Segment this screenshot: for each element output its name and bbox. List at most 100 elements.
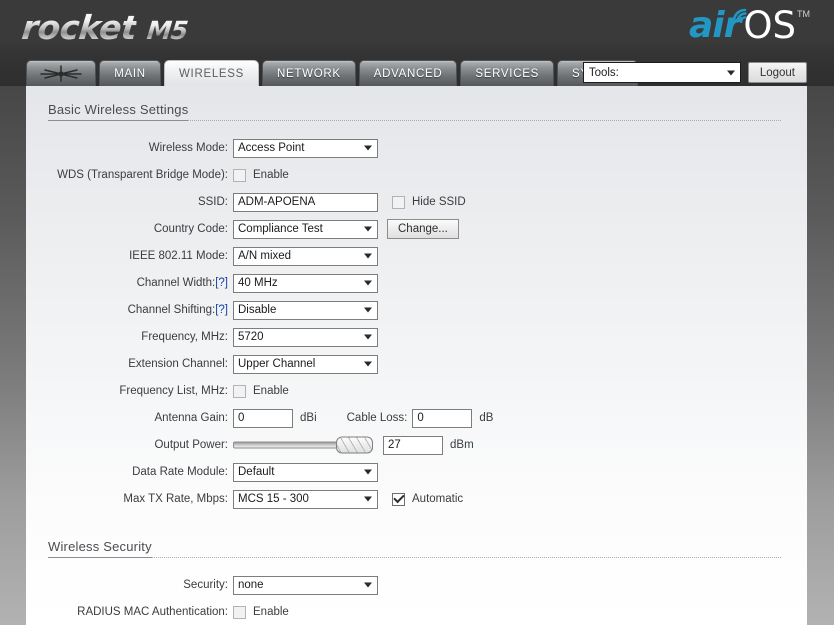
wireless-security-form: Security: none RADIUS MAC Authentication… — [26, 572, 807, 625]
wireless-mode-value: Access Point — [238, 142, 305, 154]
data-rate-module-label: Data Rate Module: — [132, 466, 228, 478]
section-divider — [48, 557, 781, 558]
row-security: Security: none — [26, 572, 807, 598]
row-radius-mac-auth: RADIUS MAC Authentication: Enable — [26, 599, 807, 625]
frequency-label: Frequency, MHz: — [141, 331, 228, 343]
ubiquiti-logo-icon — [40, 65, 82, 82]
airos-config-page: rocket M5 air OS TM MAIN WIRELESS NETWOR… — [0, 0, 834, 625]
row-max-tx-rate: Max TX Rate, Mbps: MCS 15 - 300 Automati… — [26, 486, 807, 512]
antenna-gain-value: 0 — [238, 412, 245, 424]
max-tx-rate-select[interactable]: MCS 15 - 300 — [233, 489, 378, 509]
chevron-down-icon — [364, 469, 372, 475]
tab-home-logo[interactable] — [26, 60, 96, 86]
security-value: none — [238, 579, 264, 591]
channel-shifting-help-link[interactable]: [?] — [215, 304, 228, 316]
wds-label: WDS (Transparent Bridge Mode): — [57, 169, 228, 181]
radius-mac-auth-enable-label: Enable — [253, 606, 289, 618]
max-tx-rate-automatic-checkbox[interactable] — [392, 492, 405, 506]
frequency-select[interactable]: 5720 — [233, 327, 378, 347]
extension-channel-label: Extension Channel: — [128, 358, 228, 370]
hide-ssid-checkbox[interactable] — [392, 195, 405, 209]
chevron-down-icon — [364, 361, 372, 367]
product-brand: rocket M5 — [19, 8, 189, 52]
security-select[interactable]: none — [233, 575, 378, 595]
cable-loss-unit: dB — [479, 412, 494, 424]
row-ssid: SSID: ADM-APOENA Hide SSID — [26, 189, 807, 215]
data-rate-module-value: Default — [238, 466, 275, 478]
tools-dropdown[interactable]: Tools: — [582, 62, 741, 83]
cable-loss-label: Cable Loss: — [346, 412, 408, 424]
section-title: Wireless Security — [48, 539, 152, 558]
country-code-label: Country Code: — [153, 223, 228, 235]
chevron-down-icon — [726, 70, 735, 75]
row-channel-width: Channel Width:[?] 40 MHz — [26, 270, 807, 296]
hide-ssid-label: Hide SSID — [412, 196, 466, 208]
country-code-select[interactable]: Compliance Test — [233, 219, 378, 239]
channel-width-help-link[interactable]: [?] — [215, 277, 228, 289]
page-content: Basic Wireless Settings Wireless Mode: A… — [26, 86, 807, 625]
ssid-input[interactable]: ADM-APOENA — [233, 192, 378, 212]
chevron-down-icon — [364, 582, 372, 588]
output-power-slider-handle[interactable] — [336, 436, 373, 454]
tab-network[interactable]: NETWORK — [262, 60, 356, 86]
row-country-code: Country Code: Compliance Test Change... — [26, 216, 807, 242]
section-wireless-security-header: Wireless Security — [48, 538, 781, 558]
row-frequency-list: Frequency List, MHz: Enable — [26, 378, 807, 404]
extension-channel-select[interactable]: Upper Channel — [233, 354, 378, 374]
page-left-edge-gradient — [0, 0, 26, 625]
output-power-unit: dBm — [450, 439, 474, 451]
tab-advanced[interactable]: ADVANCED — [358, 60, 458, 86]
cable-loss-input[interactable]: 0 — [412, 408, 473, 428]
wireless-mode-label: Wireless Mode: — [148, 142, 228, 154]
output-power-slider[interactable] — [233, 436, 373, 455]
channel-shifting-value: Disable — [238, 304, 277, 316]
logout-button-label: Logout — [759, 66, 795, 79]
wds-enable-label: Enable — [253, 169, 289, 181]
country-code-value: Compliance Test — [238, 223, 323, 235]
ieee-mode-select[interactable]: A/N mixed — [233, 246, 378, 266]
tab-advanced-label: ADVANCED — [373, 67, 443, 80]
channel-shifting-label: Channel Shifting:[?] — [26, 304, 233, 316]
tab-services[interactable]: SERVICES — [460, 60, 554, 86]
antenna-gain-input[interactable]: 0 — [233, 408, 293, 428]
cable-loss-value: 0 — [417, 412, 424, 424]
antenna-gain-label: Antenna Gain: — [154, 412, 228, 424]
max-tx-rate-value: MCS 15 - 300 — [238, 493, 309, 505]
chevron-down-icon — [364, 334, 372, 340]
row-channel-shifting: Channel Shifting:[?] Disable — [26, 297, 807, 323]
radius-mac-auth-checkbox[interactable] — [233, 605, 246, 619]
change-country-button[interactable]: Change... — [387, 219, 459, 239]
wireless-mode-select[interactable]: Access Point — [233, 138, 378, 158]
tab-main[interactable]: MAIN — [99, 60, 161, 86]
data-rate-module-select[interactable]: Default — [233, 462, 378, 482]
frequency-value: 5720 — [238, 331, 264, 343]
channel-width-select[interactable]: 40 MHz — [233, 273, 378, 293]
brand-name: rocket — [19, 8, 139, 47]
row-wireless-mode: Wireless Mode: Access Point — [26, 135, 807, 161]
max-tx-rate-automatic-label: Automatic — [412, 493, 464, 505]
output-power-value: 27 — [388, 439, 401, 451]
ieee-mode-label: IEEE 802.11 Mode: — [129, 250, 228, 262]
wds-enable-checkbox[interactable] — [233, 168, 246, 182]
section-title: Basic Wireless Settings — [48, 102, 189, 121]
channel-width-label: Channel Width:[?] — [26, 277, 233, 289]
trademark-mark: TM — [797, 9, 810, 19]
chevron-down-icon — [364, 145, 372, 151]
basic-wireless-settings-form: Wireless Mode: Access Point WDS (Transpa… — [26, 135, 807, 512]
chevron-down-icon — [364, 496, 372, 502]
extension-channel-value: Upper Channel — [238, 358, 316, 370]
tab-main-label: MAIN — [114, 67, 146, 80]
channel-shifting-select[interactable]: Disable — [233, 300, 378, 320]
security-label: Security: — [183, 579, 228, 591]
row-extension-channel: Extension Channel: Upper Channel — [26, 351, 807, 377]
frequency-list-enable-checkbox[interactable] — [233, 384, 246, 398]
antenna-gain-unit: dBi — [300, 412, 317, 424]
ieee-mode-value: A/N mixed — [238, 250, 292, 262]
output-power-input[interactable]: 27 — [383, 435, 443, 455]
tab-wireless[interactable]: WIRELESS — [164, 60, 260, 86]
logout-button[interactable]: Logout — [747, 62, 807, 83]
ssid-label: SSID: — [197, 196, 228, 208]
frequency-list-enable-label: Enable — [253, 385, 289, 397]
header-actions: Tools: Logout — [582, 62, 807, 83]
chevron-down-icon — [364, 307, 372, 313]
